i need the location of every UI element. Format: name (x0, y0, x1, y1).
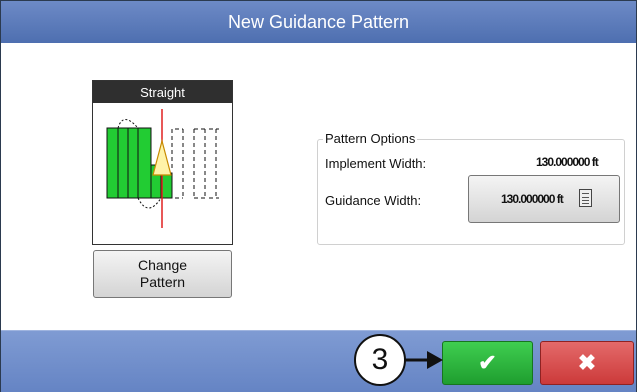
ok-button[interactable]: ✔ (442, 341, 533, 385)
change-pattern-button[interactable]: Change Pattern (93, 250, 232, 298)
pattern-name: Straight (93, 81, 232, 103)
change-pattern-label-line2: Pattern (139, 274, 186, 290)
x-icon: ✖ (577, 350, 597, 375)
dialog-window: New Guidance Pattern Straight Change Pat… (0, 0, 637, 392)
change-pattern-label-line1: Change (137, 257, 188, 273)
title-bar: New Guidance Pattern (1, 1, 636, 43)
pattern-options-legend: Pattern Options (323, 131, 418, 146)
checkmark-icon: ✔ (478, 350, 497, 375)
callout-badge: 3 (354, 334, 406, 386)
guidance-width-label: Guidance Width: (325, 193, 422, 208)
callout-arrow-icon (405, 351, 443, 369)
calculator-icon (579, 189, 592, 207)
guidance-width-value: 130.000000 ft (501, 192, 564, 206)
straight-pattern-icon (106, 109, 219, 228)
cancel-button[interactable]: ✖ (540, 341, 634, 385)
implement-width-label: Implement Width: (325, 156, 427, 171)
window-title: New Guidance Pattern (227, 11, 410, 32)
implement-width-value: 130.000000 ft (536, 155, 599, 169)
pattern-preview: Straight (92, 80, 233, 245)
